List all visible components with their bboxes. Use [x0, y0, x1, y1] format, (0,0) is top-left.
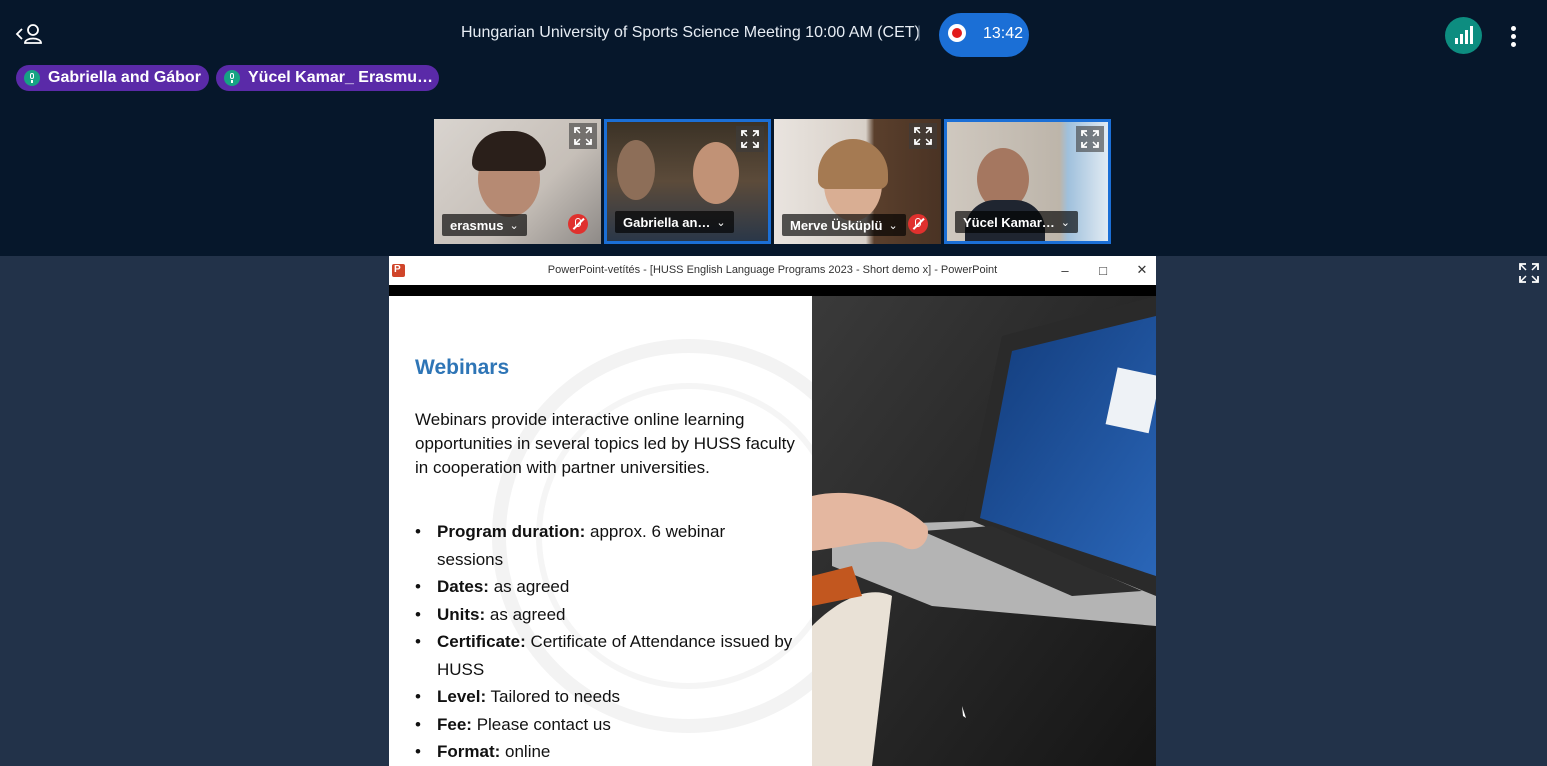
microphone-muted-icon — [908, 214, 928, 234]
close-button[interactable]: ✕ — [1128, 258, 1156, 282]
expand-icon — [741, 130, 759, 148]
chevron-down-icon: ⌄ — [716, 216, 726, 229]
item-value: Tailored to needs — [486, 687, 621, 706]
participant-name-button[interactable]: Yücel Kamar… ⌄ — [955, 211, 1078, 233]
meeting-header: Hungarian University of Sports Science M… — [0, 0, 1547, 256]
talking-indicator[interactable]: Yücel Kamar_ Erasmu… — [216, 65, 439, 91]
participant-name-button[interactable]: Gabriella an… ⌄ — [615, 211, 734, 233]
item-label: Program duration: — [437, 522, 586, 541]
signal-bars-icon — [1455, 26, 1473, 44]
users-icon — [15, 24, 42, 44]
list-item: Format: online — [415, 738, 795, 766]
item-label: Certificate: — [437, 632, 526, 651]
item-label: Fee: — [437, 714, 472, 734]
expand-tile-button[interactable] — [1076, 126, 1104, 152]
video-tile[interactable]: Merve Üsküplü ⌄ — [774, 119, 941, 244]
item-value: as agreed — [485, 604, 566, 624]
expand-tile-button[interactable] — [736, 126, 764, 152]
title-separator: | — [917, 24, 922, 41]
restore-button[interactable]: □ — [1089, 258, 1117, 282]
window-title: PowerPoint-vetítés - [HUSS English Langu… — [547, 264, 998, 276]
fullscreen-presentation-button[interactable] — [1515, 259, 1543, 287]
item-value: Please contact us — [471, 714, 611, 734]
list-item: Units: as agreed — [415, 601, 795, 629]
list-item: Fee: Please contact us — [415, 711, 795, 739]
item-label: Dates: — [437, 577, 489, 596]
list-item: Certificate: Certificate of Attendance i… — [415, 628, 795, 683]
participant-video — [693, 142, 739, 204]
expand-icon — [574, 127, 592, 145]
slide-photo — [812, 296, 1156, 766]
chevron-down-icon: ⌄ — [1060, 216, 1070, 229]
video-tile[interactable]: Yücel Kamar… ⌄ — [944, 119, 1111, 244]
list-item: Dates: as agreed — [415, 573, 795, 601]
participant-name-button[interactable]: Merve Üsküplü ⌄ — [782, 214, 906, 236]
list-item: Program duration: approx. 6 webinar sess… — [415, 518, 795, 573]
participant-name: Merve Üsküplü — [790, 217, 883, 233]
expand-icon — [1519, 263, 1539, 283]
microphone-muted-icon — [568, 214, 588, 234]
recording-timer: 13:42 — [983, 25, 1024, 42]
talking-indicator[interactable]: Gabriella and Gábor — [16, 65, 209, 91]
list-item: Level: Tailored to needs — [415, 683, 795, 711]
slideshow-border — [389, 285, 1156, 296]
meeting-title: Hungarian University of Sports Science M… — [461, 24, 920, 41]
window-titlebar: PowerPoint-vetítés - [HUSS English Langu… — [389, 256, 1156, 286]
participant-name-button[interactable]: erasmus ⌄ — [442, 214, 527, 236]
participant-video — [617, 140, 655, 200]
record-icon — [948, 24, 966, 42]
microphone-icon — [224, 70, 240, 86]
recording-indicator[interactable]: 13:42 — [939, 13, 1029, 57]
expand-icon — [914, 127, 932, 145]
slide-heading: Webinars — [415, 356, 510, 379]
talking-name: Gabriella and Gábor — [48, 69, 201, 86]
talking-name: Yücel Kamar_ Erasmu… — [248, 69, 433, 86]
item-value: as agreed — [488, 577, 570, 596]
participant-name: erasmus — [450, 217, 504, 233]
item-label: Format: — [437, 742, 501, 761]
microphone-icon — [24, 70, 40, 86]
item-label: Units: — [437, 604, 486, 624]
expand-tile-button[interactable] — [569, 123, 597, 149]
video-tile[interactable]: erasmus ⌄ — [434, 119, 601, 244]
expand-tile-button[interactable] — [909, 123, 937, 149]
more-options-button[interactable] — [1503, 22, 1523, 50]
laptop-photo — [812, 296, 1156, 766]
slide-bullet-list: Program duration: approx. 6 webinar sess… — [415, 518, 795, 766]
video-tile[interactable]: Gabriella an… ⌄ — [604, 119, 771, 244]
shared-screen-window[interactable]: PowerPoint-vetítés - [HUSS English Langu… — [389, 256, 1156, 766]
slide-content: Webinars Webinars provide interactive on… — [389, 296, 812, 766]
participants-button[interactable] — [14, 20, 46, 48]
participant-name: Gabriella an… — [623, 214, 711, 230]
participant-name: Yücel Kamar… — [963, 214, 1055, 230]
item-value: online — [500, 742, 551, 761]
chevron-down-icon: ⌄ — [509, 219, 519, 232]
chevron-down-icon: ⌄ — [888, 219, 898, 232]
item-label: Level: — [437, 687, 487, 706]
connection-status-button[interactable] — [1445, 17, 1482, 54]
minimize-button[interactable]: – — [1051, 258, 1079, 282]
slide-intro: Webinars provide interactive online lear… — [415, 410, 795, 477]
expand-icon — [1081, 130, 1099, 148]
